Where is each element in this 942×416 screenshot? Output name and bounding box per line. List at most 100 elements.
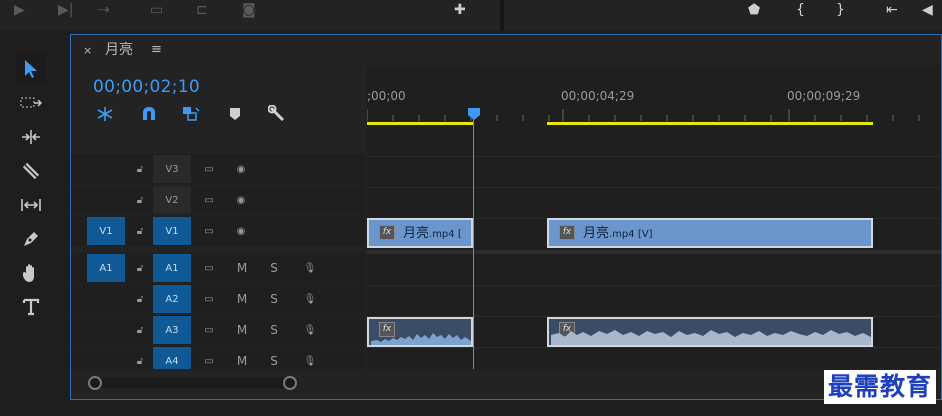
film-icon[interactable]: ▭ — [195, 316, 223, 344]
lock-open-icon[interactable]: 🔓︎ — [129, 217, 151, 245]
lock-open-icon[interactable]: 🔓︎ — [129, 316, 151, 344]
track-name-v3[interactable]: V3 — [153, 155, 191, 183]
snap-icon[interactable] — [139, 105, 159, 123]
pen-icon[interactable] — [16, 224, 46, 254]
eye-icon[interactable]: ◉ — [227, 155, 255, 183]
solo-button[interactable]: S — [261, 254, 287, 282]
clip-name: 月亮.mp4 [V] — [583, 226, 653, 241]
hand-icon[interactable] — [16, 258, 46, 288]
mic-icon[interactable]: 🎙︎ — [297, 254, 323, 282]
playhead-timecode[interactable]: 00;00;02;10 — [93, 77, 200, 97]
step-forward-icon[interactable]: ▶| — [58, 3, 73, 17]
scroll-thumb[interactable] — [91, 378, 291, 388]
in-point-icon[interactable]: { — [796, 3, 805, 17]
lock-open-icon[interactable]: 🔓︎ — [129, 155, 151, 183]
film-icon[interactable]: ▭ — [195, 254, 223, 282]
add-marker-icon[interactable] — [225, 105, 245, 123]
mic-icon[interactable]: 🎙︎ — [297, 285, 323, 313]
track-name-a1[interactable]: A1 — [153, 254, 191, 282]
source-patch-v1[interactable]: V1 — [87, 217, 125, 245]
nest-sequence-icon[interactable] — [95, 105, 115, 123]
track-header-v2: 🔓︎ V2 ▭ ◉ — [71, 185, 365, 215]
tools-panel — [12, 52, 58, 328]
audio-waveform — [551, 330, 871, 345]
ruler-label: ;00;00 — [367, 89, 406, 103]
audio-clip[interactable]: fx — [547, 317, 873, 347]
source-patch-a1[interactable]: A1 — [87, 254, 125, 282]
track-select-icon[interactable] — [16, 88, 46, 118]
playhead-line[interactable] — [473, 108, 474, 369]
mic-icon[interactable]: 🎙︎ — [297, 316, 323, 344]
video-clip[interactable]: fx 月亮.mp4 [ — [367, 218, 473, 248]
track-divider — [367, 156, 941, 157]
zoom-handle-left[interactable] — [88, 376, 102, 390]
film-icon[interactable]: ▭ — [195, 285, 223, 313]
track-headers: 🔓︎ V3 ▭ ◉ 🔓︎ V2 ▭ ◉ V1 🔓︎ V1 ▭ ◉ A1 🔓︎ A… — [71, 127, 365, 376]
wrench-icon[interactable] — [267, 105, 287, 123]
ruler-label: 00;00;09;29 — [787, 89, 861, 103]
eye-icon[interactable]: ◉ — [227, 217, 255, 245]
solo-button[interactable]: S — [261, 316, 287, 344]
work-area-bar[interactable] — [547, 122, 873, 125]
sequence-tab-title[interactable]: 月亮 — [105, 43, 133, 57]
track-header-a3: 🔓︎ A3 ▭ M S 🎙︎ — [71, 315, 365, 345]
track-name-v2[interactable]: V2 — [153, 186, 191, 214]
track-name-a2[interactable]: A2 — [153, 285, 191, 313]
audio-waveform — [371, 333, 471, 345]
track-divider — [367, 285, 941, 286]
panel-menu-icon[interactable]: ≡ — [151, 43, 162, 57]
marker-icon[interactable]: ⬟ — [748, 3, 760, 17]
add-icon[interactable]: ✚ — [454, 3, 466, 17]
close-tab-icon[interactable]: × — [83, 44, 92, 58]
lock-open-icon[interactable]: 🔓︎ — [129, 254, 151, 282]
film-icon[interactable]: ▭ — [195, 155, 223, 183]
slip-icon[interactable] — [16, 190, 46, 220]
ripple-edit-icon[interactable] — [16, 122, 46, 152]
track-name-v1[interactable]: V1 — [153, 217, 191, 245]
export-frame-icon[interactable]: ⊏ — [196, 3, 208, 17]
top-toolbar: ▶ ▶| ⇢ ▭ ⊏ ◙ ✚ ⬟ { } ⇤ ◀ — [0, 0, 942, 30]
film-icon[interactable]: ▭ — [195, 186, 223, 214]
time-ruler[interactable] — [367, 109, 941, 121]
work-area-bar[interactable] — [367, 122, 473, 125]
out-point-icon[interactable]: } — [836, 3, 845, 17]
play-icon[interactable]: ▶ — [14, 3, 25, 17]
clip-name: 月亮.mp4 [ — [403, 226, 462, 241]
selection-tool-icon[interactable] — [16, 54, 46, 84]
track-name-a3[interactable]: A3 — [153, 316, 191, 344]
track-divider — [367, 187, 941, 188]
video-audio-divider[interactable] — [367, 250, 941, 254]
go-to-in-icon[interactable]: ⇤ — [886, 3, 898, 17]
overwrite-icon[interactable]: ▭ — [150, 3, 163, 17]
linked-selection-icon[interactable] — [181, 105, 201, 123]
mute-button[interactable]: M — [229, 285, 255, 313]
video-clip[interactable]: fx 月亮.mp4 [V] — [547, 218, 873, 248]
type-icon[interactable] — [16, 292, 46, 322]
camera-icon[interactable]: ◙ — [242, 3, 256, 17]
mute-button[interactable]: M — [229, 316, 255, 344]
audio-clip[interactable]: fx — [367, 317, 473, 347]
eye-icon[interactable]: ◉ — [227, 186, 255, 214]
track-header-v1: V1 🔓︎ V1 ▭ ◉ — [71, 216, 365, 246]
tab-bar: × 月亮 ≡ — [71, 35, 941, 65]
zoom-scroll-bar[interactable] — [71, 369, 941, 399]
timeline-track-area[interactable]: ;00;00 00;00;04;29 00;00;09;29 fx 月亮.mp4… — [367, 65, 941, 369]
watermark-logo: 最需教育 — [823, 370, 936, 404]
insert-icon[interactable]: ⇢ — [98, 3, 110, 17]
film-icon[interactable]: ▭ — [195, 217, 223, 245]
step-back-icon[interactable]: ◀ — [922, 3, 933, 17]
track-header-a1: A1 🔓︎ A1 ▭ M S 🎙︎ — [71, 253, 365, 283]
zoom-handle-right[interactable] — [283, 376, 297, 390]
playhead-handle[interactable] — [467, 107, 481, 121]
ruler-label: 00;00;04;29 — [561, 89, 635, 103]
lock-open-icon[interactable]: 🔓︎ — [129, 186, 151, 214]
razor-icon[interactable] — [16, 156, 46, 186]
panel-divider — [500, 0, 504, 30]
timeline-panel: × 月亮 ≡ 00;00;02;10 🔓︎ V3 ▭ ◉ 🔓︎ V2 ▭ ◉ V… — [70, 34, 942, 400]
mute-button[interactable]: M — [229, 254, 255, 282]
lock-open-icon[interactable]: 🔓︎ — [129, 285, 151, 313]
fx-badge: fx — [559, 225, 575, 240]
track-header-v3: 🔓︎ V3 ▭ ◉ — [71, 154, 365, 184]
solo-button[interactable]: S — [261, 285, 287, 313]
track-divider — [367, 347, 941, 348]
